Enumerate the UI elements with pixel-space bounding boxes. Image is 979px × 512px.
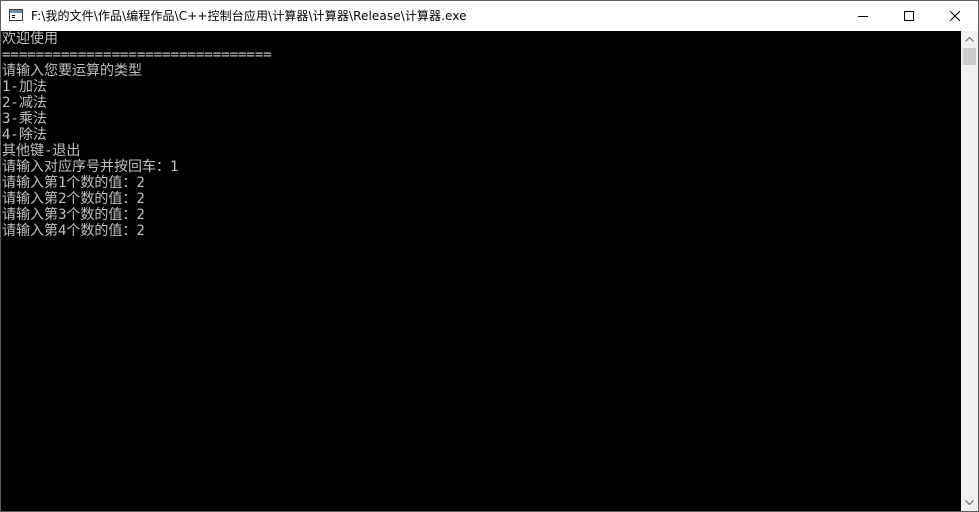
scroll-down-arrow-icon [965, 500, 974, 505]
scroll-up-button[interactable] [961, 31, 978, 48]
console-line: 请输入您要运算的类型 [2, 63, 142, 79]
title-bar[interactable]: F:\我的文件\作品\编程作品\C++控制台应用\计算器\计算器\Release… [1, 1, 978, 31]
close-icon [950, 11, 960, 21]
scroll-down-button[interactable] [961, 494, 978, 511]
console-line: 请输入对应序号并按回车：1 [2, 159, 179, 175]
console-line: 欢迎使用 [2, 31, 58, 47]
scroll-up-arrow-icon [965, 37, 974, 42]
window-title: F:\我的文件\作品\编程作品\C++控制台应用\计算器\计算器\Release… [31, 9, 467, 23]
scrollbar-thumb[interactable] [963, 48, 976, 65]
close-button[interactable] [932, 1, 978, 31]
console-line: 其他键-退出 [2, 143, 81, 159]
console-line: 4-除法 [2, 127, 47, 143]
console-line: 3-乘法 [2, 111, 47, 127]
maximize-icon [904, 11, 914, 21]
maximize-button[interactable] [886, 1, 932, 31]
console-line: 请输入第3个数的值：2 [2, 207, 145, 223]
console-app-icon[interactable] [9, 9, 23, 21]
console-line: 请输入第1个数的值：2 [2, 175, 145, 191]
minimize-icon [858, 16, 868, 17]
minimize-button[interactable] [840, 1, 886, 31]
console-line: ================================ [2, 47, 272, 63]
console-line: 请输入第4个数的值：2 [2, 223, 145, 239]
console-line: 1-加法 [2, 79, 47, 95]
console-line: 请输入第2个数的值：2 [2, 191, 145, 207]
console-line: 2-减法 [2, 95, 47, 111]
console-output[interactable]: 欢迎使用 ================================ 请输… [1, 31, 961, 511]
console-window: F:\我的文件\作品\编程作品\C++控制台应用\计算器\计算器\Release… [0, 0, 979, 512]
vertical-scrollbar[interactable] [961, 31, 978, 511]
